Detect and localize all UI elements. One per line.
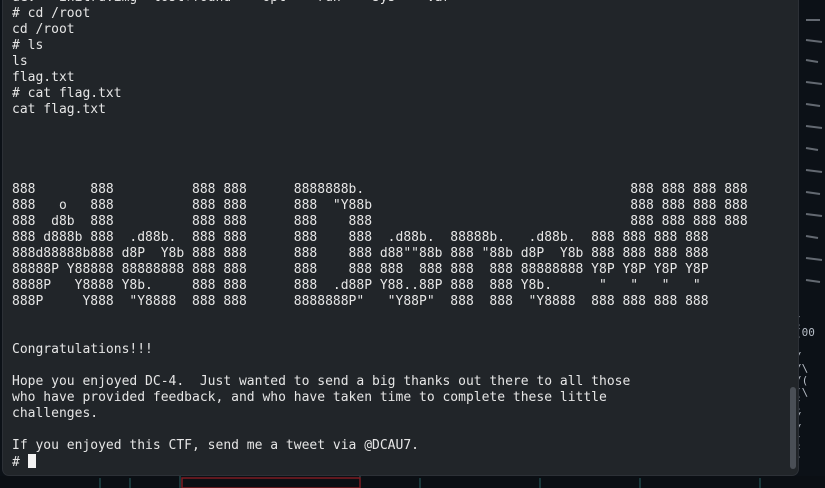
- wallpaper-glyphs: ( (00 / /\ /( (\ ( / / ( (: [795, 314, 815, 459]
- terminal-prompt-line[interactable]: #: [12, 454, 778, 470]
- shell-prompt: #: [12, 455, 28, 470]
- terminal-line: Hope you enjoyed DC-4. Just wanted to se…: [12, 374, 631, 389]
- terminal-window[interactable]: dev initrd.img lost+found opt run sys va…: [3, 0, 798, 475]
- terminal-line: # ls: [12, 38, 44, 53]
- terminal-line: 8888P Y8888 Y8b. 888 888 888 .d88P Y88..…: [12, 278, 701, 293]
- terminal-line: # cat flag.txt: [12, 86, 122, 101]
- terminal-line: 888 d888b 888 .d88b. 888 888 888 888 .d8…: [12, 230, 709, 245]
- terminal-line: 888 o 888 888 888 888 "Y88b 888 888 888 …: [12, 198, 748, 213]
- terminal-line: flag.txt: [12, 70, 75, 85]
- terminal-line: cd /root: [12, 22, 75, 37]
- terminal-line: who have provided feedback, and who have…: [12, 390, 607, 405]
- terminal-line: # cd /root: [12, 6, 91, 21]
- terminal-line: ls: [12, 54, 28, 69]
- terminal-line: Congratulations!!!: [12, 342, 153, 357]
- terminal-line: 888P Y888 "Y8888 888 888 8888888P" "Y88P…: [12, 294, 709, 309]
- terminal-line: 888 d8b 888 888 888 888 888 888 888 888 …: [12, 214, 748, 229]
- terminal-line: challenges.: [12, 406, 99, 421]
- text-cursor: [27, 454, 36, 468]
- terminal-scrollbar[interactable]: [786, 0, 796, 470]
- terminal-line: If you enjoyed this CTF, send me a tweet…: [12, 438, 419, 453]
- terminal-line: 88888P Y88888 88888888 888 888 888 888 8…: [12, 262, 709, 277]
- terminal-line: 888d88888b888 d8P Y8b 888 888 888 888 d8…: [12, 246, 709, 261]
- terminal-line: cat flag.txt: [12, 102, 106, 117]
- terminal-output[interactable]: dev initrd.img lost+found opt run sys va…: [12, 0, 778, 470]
- terminal-line: 888 888 888 888 8888888b. 888 888 888 88…: [12, 182, 748, 197]
- scrollbar-thumb[interactable]: [790, 387, 796, 469]
